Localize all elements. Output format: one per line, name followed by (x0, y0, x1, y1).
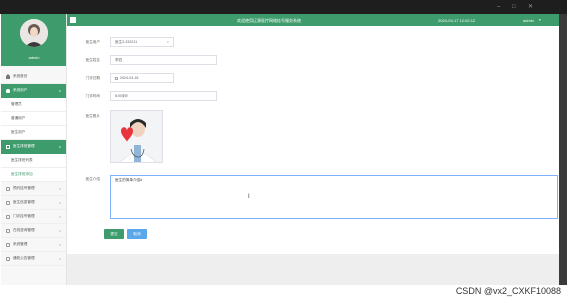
sidebar-item-schedule-list[interactable]: 医生排班列表 (1, 154, 66, 168)
chevron-down-icon: ∨ (58, 187, 61, 191)
list-icon (6, 200, 10, 205)
close-window-button[interactable]: ✕ (528, 3, 533, 11)
sidebar-item-label: 预约挂号管理 (13, 186, 35, 190)
watermark: CSDN @vx2_CXKF10088 (455, 286, 561, 296)
chevron-up-icon: ∧ (58, 89, 61, 93)
content-footer-area (67, 254, 559, 285)
sidebar-item-label: 在线咨询管理 (13, 228, 35, 232)
sidebar-item-label: 系统管理 (13, 242, 28, 246)
clinic-date-picker[interactable]: 2024-03-18 (110, 73, 174, 83)
window-title-bar: – □ ✕ (0, 0, 567, 14)
sidebar-item-label: 医生排班管理 (13, 144, 35, 148)
gear-icon (6, 242, 10, 247)
calendar-icon (115, 76, 118, 80)
chevron-down-icon: ∨ (58, 229, 61, 233)
sidebar-item-admin[interactable]: 管理员 (1, 98, 66, 112)
chevron-down-icon: ∨ (58, 201, 61, 205)
sidebar-item-home[interactable]: 系统首页 (1, 70, 66, 84)
system-title: 欢迎使用辽源医疗网络挂号服务系统 (237, 18, 301, 23)
list-icon (6, 228, 10, 233)
avatar-photo-icon (20, 19, 48, 47)
sidebar-item-label: 系统首页 (13, 74, 28, 78)
chevron-down-icon: ∨ (58, 215, 61, 219)
sidebar-item-notices[interactable]: 通知公告管理 ∨ (1, 252, 66, 266)
sidebar-item-schedule-management[interactable]: 医生排班管理 ∧ (1, 140, 66, 154)
schedule-add-form: 医生用户 医生3-332211 ∨ 医生姓名 李四 门诊日期 2024-03-1… (67, 26, 559, 254)
cancel-button[interactable]: 取消 (127, 229, 147, 239)
sidebar-item-schedule-add[interactable]: 医生排班添加 (1, 168, 66, 182)
doctor-photo-upload[interactable] (110, 110, 163, 163)
doctor-photo-label: 医生照片 (85, 114, 100, 118)
sidebar-item-label: 医生排班添加 (11, 172, 33, 176)
sidebar-item-normal-users[interactable]: 普通用户 (1, 112, 66, 126)
document-icon (6, 144, 10, 149)
sidebar-item-system-management[interactable]: 系统管理 ∨ (1, 238, 66, 252)
app-window: – □ ✕ admin 系统首页 系统用户 ∧ 管理员 普通用户 医生用户 医生… (0, 0, 567, 302)
chevron-down-icon: ∨ (58, 243, 61, 247)
chevron-down-icon: ∨ (166, 40, 169, 44)
profile-panel: admin (1, 14, 66, 66)
doctor-intro-value: 医生的简单介绍# (115, 178, 143, 182)
clinic-date-label: 门诊日期 (85, 76, 100, 80)
top-header: 欢迎使用辽源医疗网络挂号服务系统 2024-03-17 12:02:12 adm… (67, 14, 559, 26)
sidebar-item-label: 门诊挂号管理 (13, 214, 35, 218)
list-icon (6, 214, 10, 219)
chevron-up-icon: ∧ (58, 145, 61, 149)
sidebar: admin 系统首页 系统用户 ∧ 管理员 普通用户 医生用户 医生排班管理 ∧… (1, 14, 67, 285)
minimize-button[interactable]: – (497, 3, 500, 11)
doctor-user-select[interactable]: 医生3-332211 ∨ (110, 37, 174, 47)
doctor-name-label: 医生姓名 (85, 58, 100, 62)
chevron-down-icon[interactable]: ▾ (539, 18, 541, 22)
sidebar-item-doctor-users[interactable]: 医生用户 (1, 126, 66, 140)
sidebar-item-label: 通知公告管理 (13, 256, 35, 260)
doctor-photo-icon (111, 111, 162, 162)
chevron-down-icon: ∨ (58, 257, 61, 261)
window-right-edge (559, 14, 567, 285)
avatar[interactable] (20, 19, 48, 47)
doctor-intro-textarea[interactable]: 医生的简单介绍# (110, 175, 558, 219)
sidebar-item-label: 医生用户 (11, 130, 26, 134)
clinic-time-label: 门诊时间 (85, 94, 100, 98)
header-user-menu[interactable]: admin (523, 18, 534, 23)
sidebar-item-clinic-registration[interactable]: 门诊挂号管理 ∨ (1, 210, 66, 224)
clinic-date-value: 2024-03-18 (120, 76, 139, 80)
sidebar-item-label: 系统用户 (13, 88, 28, 92)
text-cursor-icon: I (248, 194, 250, 200)
bell-icon (6, 256, 10, 261)
user-icon (6, 88, 10, 93)
list-icon (6, 186, 10, 191)
doctor-name-input[interactable]: 李四 (110, 55, 217, 65)
menu-toggle-icon[interactable] (70, 17, 76, 23)
sidebar-item-consultation[interactable]: 在线咨询管理 ∨ (1, 224, 66, 238)
submit-button[interactable]: 提交 (104, 229, 124, 239)
sidebar-item-appointments[interactable]: 预约挂号管理 ∨ (1, 182, 66, 196)
sidebar-item-label: 管理员 (11, 102, 22, 106)
maximize-button[interactable]: □ (512, 3, 516, 11)
sidebar-item-label: 普通用户 (11, 116, 26, 120)
doctor-user-label: 医生用户 (85, 40, 100, 44)
sidebar-item-label: 医生排班列表 (11, 158, 33, 162)
sidebar-username: admin (28, 55, 40, 60)
clinic-time-value: 8:00到9 (115, 94, 128, 98)
doctor-intro-label: 医生介绍 (85, 177, 100, 181)
home-icon (6, 73, 10, 79)
doctor-user-value: 医生3-332211 (115, 40, 138, 44)
doctor-name-value: 李四 (115, 58, 123, 62)
sidebar-menu: 系统首页 系统用户 ∧ 管理员 普通用户 医生用户 医生排班管理 ∧ 医生排班列… (1, 70, 66, 266)
clinic-time-input[interactable]: 8:00到9 (110, 91, 217, 101)
current-datetime: 2024-03-17 12:02:12 (438, 18, 476, 23)
sidebar-item-doctor-info[interactable]: 医生信息管理 ∨ (1, 196, 66, 210)
sidebar-item-label: 医生信息管理 (13, 200, 35, 204)
sidebar-item-system-users[interactable]: 系统用户 ∧ (1, 84, 66, 98)
